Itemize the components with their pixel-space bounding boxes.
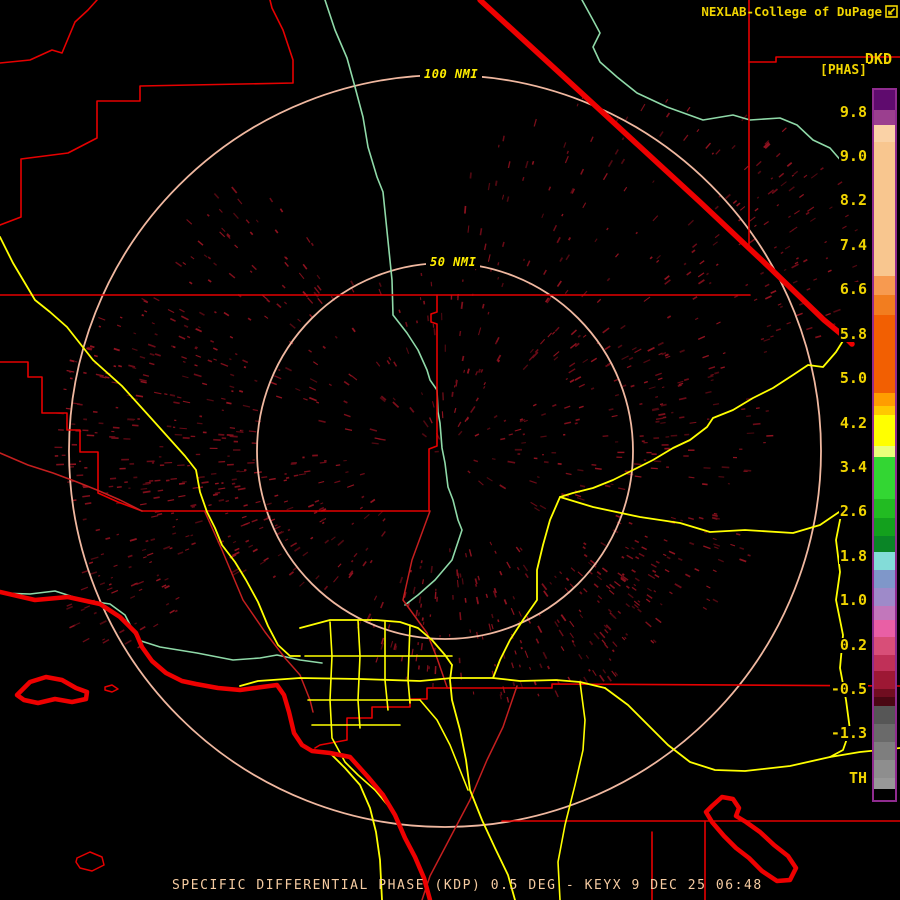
color-scale-tick: 7.4: [838, 236, 868, 254]
color-scale-tick: 2.6: [838, 502, 868, 520]
color-scale-segment: [874, 415, 895, 446]
radar-echoes: [54, 96, 859, 703]
island-outline-tiny: [104, 684, 119, 693]
color-scale-segment: [874, 588, 895, 606]
range-rings: [68, 74, 822, 828]
color-scale-tick: 0.2: [838, 636, 868, 654]
color-scale-segment: [874, 142, 895, 276]
color-scale-segment: [874, 697, 895, 706]
color-scale-segment: [874, 570, 895, 588]
island-thick-southeast: [703, 794, 799, 884]
color-scale-segment: [874, 90, 895, 110]
highway-basin-v1: [329, 621, 409, 843]
color-scale-tick: TH: [847, 769, 868, 787]
highway-south-branch: [557, 681, 586, 900]
color-scale-tick: 5.8: [838, 325, 868, 343]
color-scale-tick: 6.6: [838, 280, 868, 298]
color-scale-segment: [874, 499, 895, 518]
highway-basin-v3: [384, 621, 389, 711]
color-scale-segment: [874, 536, 895, 552]
color-scale-segment: [874, 125, 895, 142]
radar-display: NEXLAB-College of DuPage DKD [PHAS] 9.8 9…: [0, 0, 900, 900]
boundary-south-central: [402, 510, 448, 688]
color-scale-segment: [874, 518, 895, 536]
highway-ne-to-basin: [492, 335, 847, 679]
color-scale-segment: [874, 606, 895, 620]
site-attribution-text: NEXLAB-College of DuPage: [701, 4, 882, 19]
color-scale-tick: -0.5: [829, 680, 868, 698]
highway-basin-v4: [407, 624, 411, 704]
highway-east-west: [239, 677, 606, 689]
boundary-nw-diagonal: [0, 0, 98, 64]
color-scale-segment: [874, 789, 895, 797]
color-scale-segment: [874, 393, 895, 406]
color-scale-tick: 3.4: [838, 458, 868, 476]
highway-south: [449, 664, 516, 900]
color-scale-segment: [874, 637, 895, 655]
highway-basin-se: [419, 699, 469, 791]
highway-nw-diagonal: [0, 236, 301, 657]
color-scale-tick: 9.8: [838, 103, 868, 121]
external-link-icon: [885, 5, 898, 18]
color-scale-segment: [874, 671, 895, 689]
color-scale-segment: [874, 457, 895, 499]
color-scale-segment: [874, 110, 895, 125]
island-thick-west: [14, 674, 90, 706]
highway-east-loop: [559, 496, 851, 758]
color-scale-segment: [874, 760, 895, 778]
color-scale-segment: [874, 315, 895, 393]
color-scale-segment: [874, 778, 895, 789]
boundary-nw-staircase: [0, 0, 294, 226]
color-scale-bar: [872, 88, 897, 802]
river-northeast: [581, 0, 844, 164]
color-scale-tick: -1.3: [829, 724, 868, 742]
color-scale-segment: [874, 620, 895, 637]
color-scale-segment: [874, 724, 895, 742]
color-scale-tick: 9.0: [838, 147, 868, 165]
site-attribution: NEXLAB-College of DuPage: [701, 4, 898, 19]
range-ring-label: 50 NMI: [426, 255, 481, 269]
product-code: DKD: [864, 50, 892, 68]
product-units: [PHAS]: [819, 63, 868, 78]
coastline: [0, 589, 433, 900]
color-scale-segment: [874, 276, 895, 295]
color-scale-tick: 1.8: [838, 547, 868, 565]
color-scale-tick: 5.0: [838, 369, 868, 387]
range-ring-label: 100 NMI: [420, 67, 483, 81]
color-scale-tick: 4.2: [838, 414, 868, 432]
color-scale-segment: [874, 655, 895, 671]
color-scale-tick: 8.2: [838, 191, 868, 209]
river-center: [324, 0, 463, 606]
color-scale-segment: [874, 706, 895, 724]
highway-basin-v2: [357, 619, 361, 729]
color-scale-segment: [874, 295, 895, 315]
river-coastal: [0, 590, 323, 664]
color-scale-segment: [874, 406, 895, 415]
color-scale-segment: [874, 446, 895, 457]
map-overlays: [0, 0, 900, 900]
color-scale-segment: [874, 689, 895, 697]
color-scale-segment: [874, 552, 895, 570]
radar-map: [0, 0, 900, 900]
product-caption: SPECIFIC DIFFERENTIAL PHASE (KDP) 0.5 DE…: [172, 878, 763, 893]
boundary-basin-staircase: [314, 687, 453, 749]
color-scale-tick: 1.0: [838, 591, 868, 609]
island-outline-small: [75, 851, 105, 872]
color-scale-segment: [874, 742, 895, 760]
